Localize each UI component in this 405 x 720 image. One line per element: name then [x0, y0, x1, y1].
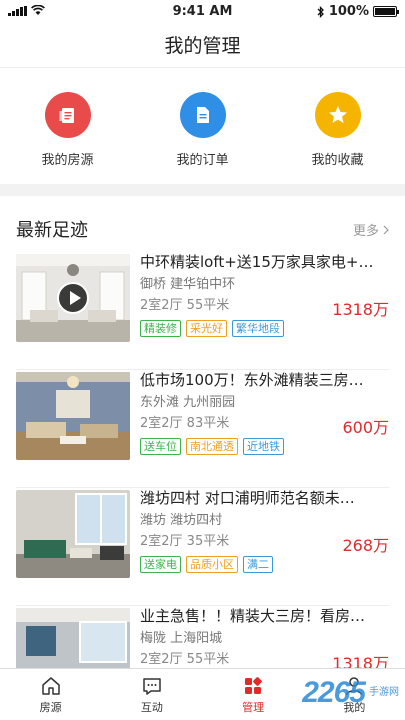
- status-bar: 9:41 AM 100%: [0, 0, 405, 24]
- listing-card[interactable]: 中环精装loft+送15万家具家电+… 御桥 建华铂中环 2室2厅 55平米 1…: [16, 252, 389, 370]
- listing-tag: 送家电: [140, 556, 181, 573]
- tab-interaction[interactable]: 互动: [101, 669, 202, 720]
- page-title: 我的管理: [0, 24, 405, 68]
- chat-icon: [143, 678, 161, 695]
- bluetooth-icon: [317, 5, 324, 18]
- house-doc-icon: [44, 92, 91, 138]
- listing-info: 低市场100万！东外滩精装三房… 东外滩 九州丽园 2室2厅 83平米 600万…: [140, 370, 389, 455]
- listing-info: 中环精装loft+送15万家具家电+… 御桥 建华铂中环 2室2厅 55平米 1…: [140, 252, 389, 337]
- listing-price: 600万: [342, 418, 389, 437]
- listing-tag: 南北通透: [186, 438, 238, 455]
- listing-location: 东外滩 九州丽园: [140, 395, 236, 410]
- battery-icon: [373, 6, 399, 17]
- listing-title: 低市场100万！东外滩精装三房…: [140, 371, 364, 389]
- tab-listings[interactable]: 房源: [0, 669, 101, 720]
- listing-price: 268万: [342, 536, 389, 555]
- quick-action-my-orders[interactable]: 我的订单: [135, 70, 270, 182]
- listing-tags: 精装修 采光好 繁华地段: [140, 320, 389, 337]
- listing-title: 业主急售！！精装大三房！看房…: [140, 607, 366, 625]
- quick-action-my-favorites[interactable]: 我的收藏: [270, 70, 405, 182]
- quick-action-my-listings[interactable]: 我的房源: [0, 70, 135, 182]
- listing-card[interactable]: 潍坊四村 对口浦明师范名额未… 潍坊 潍坊四村 2室2厅 35平米 268万 送…: [16, 488, 389, 606]
- tab-manage[interactable]: 管理: [203, 669, 304, 720]
- listing-tag: 送车位: [140, 438, 181, 455]
- listing-location: 潍坊 潍坊四村: [140, 513, 223, 528]
- section-divider: [0, 184, 405, 196]
- listing-title: 潍坊四村 对口浦明师范名额未…: [140, 489, 355, 507]
- listing-tag: 采光好: [186, 320, 227, 337]
- listing-info: 潍坊四村 对口浦明师范名额未… 潍坊 潍坊四村 2室2厅 35平米 268万 送…: [140, 488, 389, 573]
- listing-list: 中环精装loft+送15万家具家电+… 御桥 建华铂中环 2室2厅 55平米 1…: [16, 252, 389, 720]
- listing-location: 御桥 建华铂中环: [140, 277, 236, 292]
- listing-info: 业主急售！！精装大三房！看房… 梅陇 上海阳城 2室2厅 55平米 1318万: [140, 606, 389, 673]
- listing-card[interactable]: 低市场100万！东外滩精装三房… 东外滩 九州丽园 2室2厅 83平米 600万…: [16, 370, 389, 488]
- battery-percent: 100%: [328, 4, 369, 19]
- listing-tags: 送家电 品质小区 满二: [140, 556, 389, 573]
- quick-actions: 我的房源 我的订单 我的收藏: [0, 70, 405, 182]
- listing-tag: 近地铁: [243, 438, 284, 455]
- listing-location: 梅陇 上海阳城: [140, 631, 223, 646]
- star-icon: [314, 92, 361, 138]
- listing-tag: 精装修: [140, 320, 181, 337]
- listing-tags: 送车位 南北通透 近地铁: [140, 438, 389, 455]
- order-doc-icon: [179, 92, 226, 138]
- status-right: 100%: [317, 4, 399, 19]
- listing-photo: [16, 490, 130, 578]
- watermark-text: 手游网: [369, 687, 399, 698]
- listing-tag: 品质小区: [186, 556, 238, 573]
- listing-tag: 满二: [243, 556, 273, 573]
- listing-photo: [16, 372, 130, 460]
- watermark-logo: 2265: [302, 676, 366, 709]
- listing-title: 中环精装loft+送15万家具家电+…: [140, 253, 374, 271]
- more-label: 更多: [352, 224, 379, 239]
- grid-icon: [245, 677, 262, 694]
- tab-label: 互动: [140, 701, 163, 714]
- play-icon[interactable]: [57, 282, 89, 314]
- quick-action-label: 我的订单: [176, 153, 229, 168]
- quick-action-label: 我的收藏: [311, 153, 364, 168]
- tab-label: 房源: [39, 701, 62, 714]
- chevron-right-icon: [383, 225, 389, 234]
- listing-tag: 繁华地段: [232, 320, 284, 337]
- recent-section-header: 最新足迹 更多: [16, 212, 389, 242]
- site-watermark: 2265 手游网: [302, 676, 399, 710]
- quick-action-label: 我的房源: [41, 153, 94, 168]
- section-title: 最新足迹: [16, 220, 88, 241]
- home-icon: [41, 677, 60, 695]
- listing-photo: [16, 254, 130, 342]
- tab-label: 管理: [242, 701, 265, 714]
- listing-price: 1318万: [332, 300, 389, 319]
- more-link[interactable]: 更多: [353, 220, 389, 239]
